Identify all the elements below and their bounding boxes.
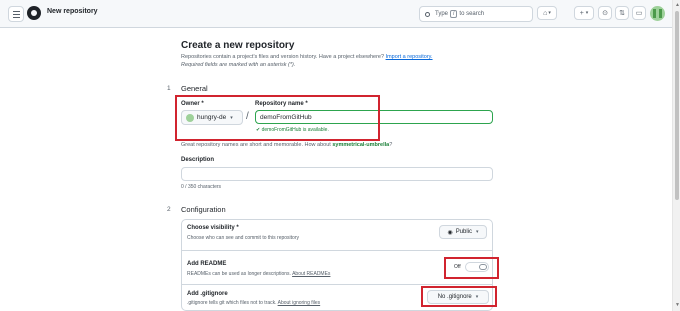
pull-request-icon: ⇅ <box>619 10 625 17</box>
issues-button[interactable]: ⊙ <box>598 6 612 20</box>
github-logo-icon[interactable] <box>27 6 41 20</box>
visibility-help: Choose who can see and commit to this re… <box>187 235 299 241</box>
owner-repo-separator: / <box>246 111 249 122</box>
chevron-down-icon: ▾ <box>476 229 479 235</box>
search-icon <box>425 11 430 17</box>
owner-value: hungry-de <box>197 114 227 121</box>
menu-icon[interactable] <box>8 6 24 22</box>
description-counter: 0 / 350 characters <box>181 184 222 190</box>
visibility-label: Choose visibility * <box>187 225 239 231</box>
toggle-knob <box>479 264 487 270</box>
owner-label: Owner * <box>181 101 204 107</box>
search-input[interactable]: Type / to search <box>419 6 533 22</box>
step-number-configuration: 2 <box>167 206 171 213</box>
search-shortcut-key: / <box>450 10 458 18</box>
inbox-icon: ▭ <box>635 10 643 17</box>
copilot-button[interactable]: ⌂ ▾ <box>537 6 557 20</box>
chevron-down-icon: ▾ <box>548 10 551 16</box>
check-circle-icon: ✔ <box>256 127 261 133</box>
inbox-button[interactable]: ▭ <box>632 6 646 20</box>
repo-name-value: demoFromGitHub <box>260 113 312 121</box>
visibility-value: Public <box>455 229 473 235</box>
scroll-up-icon[interactable]: ▲ <box>675 2 680 8</box>
copilot-icon: ⌂ <box>543 9 548 17</box>
repo-name-label: Repository name * <box>255 101 308 107</box>
readme-toggle[interactable] <box>465 262 489 272</box>
plus-icon: + <box>579 9 584 17</box>
page-subtitle-text: Repositories contain a project's files a… <box>181 54 385 60</box>
step-number-general: 1 <box>167 85 171 92</box>
gitignore-label: Add .gitignore <box>187 291 228 297</box>
description-label: Description <box>181 157 215 163</box>
top-header: New repository Type / to search ⌂ ▾ + ▾ ⊙ … <box>0 0 672 28</box>
availability-message: ✔ demoFromGitHub is available. <box>256 127 329 133</box>
page-context-title: New repository <box>47 8 98 15</box>
search-placeholder-suffix: to search <box>459 11 485 17</box>
readme-toggle-state: Off <box>454 264 461 270</box>
gitignore-value: No .gitignore <box>437 294 472 300</box>
repo-name-hint-text: Great repository names are short and mem… <box>181 142 331 148</box>
page-subtitle: Repositories contain a project's files a… <box>181 54 433 60</box>
create-new-button[interactable]: + ▾ <box>574 6 594 20</box>
globe-icon: ◉ <box>447 229 453 236</box>
visibility-dropdown[interactable]: ◉ Public ▾ <box>439 225 487 239</box>
owner-dropdown[interactable]: hungry-de ▾ <box>181 110 243 125</box>
import-repository-link[interactable]: Import a repository. <box>386 54 433 60</box>
about-readmes-link[interactable]: About READMEs <box>292 271 330 277</box>
issues-icon: ⊙ <box>602 10 608 17</box>
readme-help: READMEs can be used as longer descriptio… <box>187 271 330 277</box>
user-avatar[interactable] <box>650 6 665 21</box>
description-input[interactable] <box>181 167 493 181</box>
readme-label: Add README <box>187 261 227 267</box>
section-title-general: General <box>181 84 208 93</box>
chevron-down-icon: ▾ <box>475 294 479 300</box>
suggested-name-button[interactable]: symmetrical-umbrella <box>332 142 389 148</box>
page-scrollbar[interactable]: ▲ ▼ <box>672 0 680 311</box>
page-title: Create a new repository <box>181 40 295 51</box>
repo-name-input[interactable]: demoFromGitHub <box>255 110 493 124</box>
availability-text: demoFromGitHub is available. <box>261 127 329 133</box>
repo-name-hint: Great repository names are short and mem… <box>181 142 392 148</box>
about-ignoring-files-link[interactable]: About ignoring files <box>278 300 321 306</box>
search-placeholder-text: Type <box>435 11 449 17</box>
panel-divider <box>181 250 493 251</box>
chevron-down-icon: ▾ <box>230 114 233 121</box>
gitignore-dropdown[interactable]: No .gitignore ▾ <box>427 290 489 304</box>
gitignore-help: .gitignore tells git which files not to … <box>187 300 320 306</box>
owner-avatar <box>186 113 194 122</box>
panel-divider <box>181 284 493 285</box>
readme-help-text: READMEs can be used as longer descriptio… <box>187 271 291 277</box>
scrollbar-thumb[interactable] <box>675 11 679 200</box>
section-title-configuration: Configuration <box>181 205 226 214</box>
gitignore-help-text: .gitignore tells git which files not to … <box>187 300 277 306</box>
required-fields-note: Required fields are marked with an aster… <box>181 62 296 68</box>
repo-name-hint-end: ? <box>389 142 393 148</box>
pull-requests-button[interactable]: ⇅ <box>615 6 629 20</box>
chevron-down-icon: ▾ <box>585 10 589 16</box>
scroll-down-icon[interactable]: ▼ <box>675 302 680 308</box>
